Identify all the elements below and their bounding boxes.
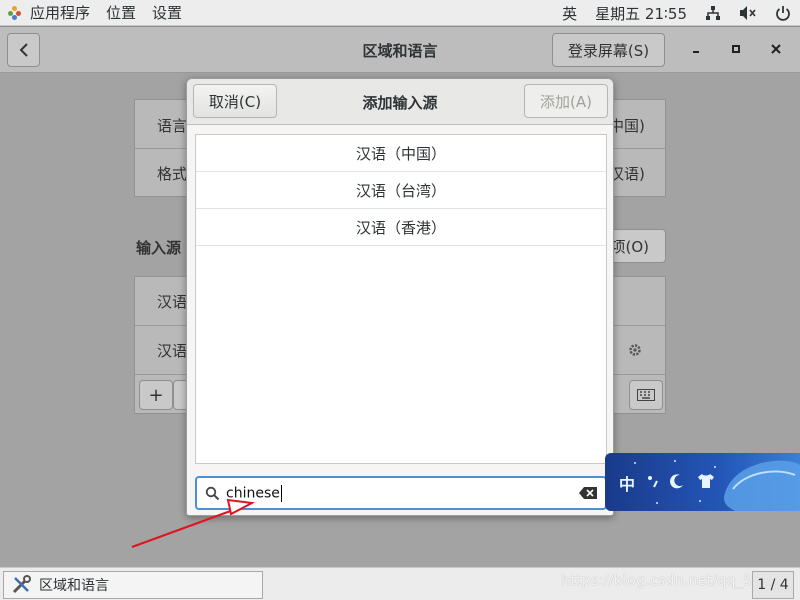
annotation-arrow-icon bbox=[131, 498, 256, 548]
workspace-pager[interactable]: 1 / 4 bbox=[752, 571, 794, 599]
watermark: https://blog.csdn.net/qq_5275 bbox=[561, 573, 780, 589]
settings-tools-icon bbox=[12, 575, 31, 594]
bottom-taskbar: 区域和语言 https://blog.csdn.net/qq_5275 1 / … bbox=[0, 567, 800, 600]
taskbar-window-button[interactable]: 区域和语言 bbox=[3, 571, 263, 599]
taskbar-window-label: 区域和语言 bbox=[39, 578, 109, 594]
